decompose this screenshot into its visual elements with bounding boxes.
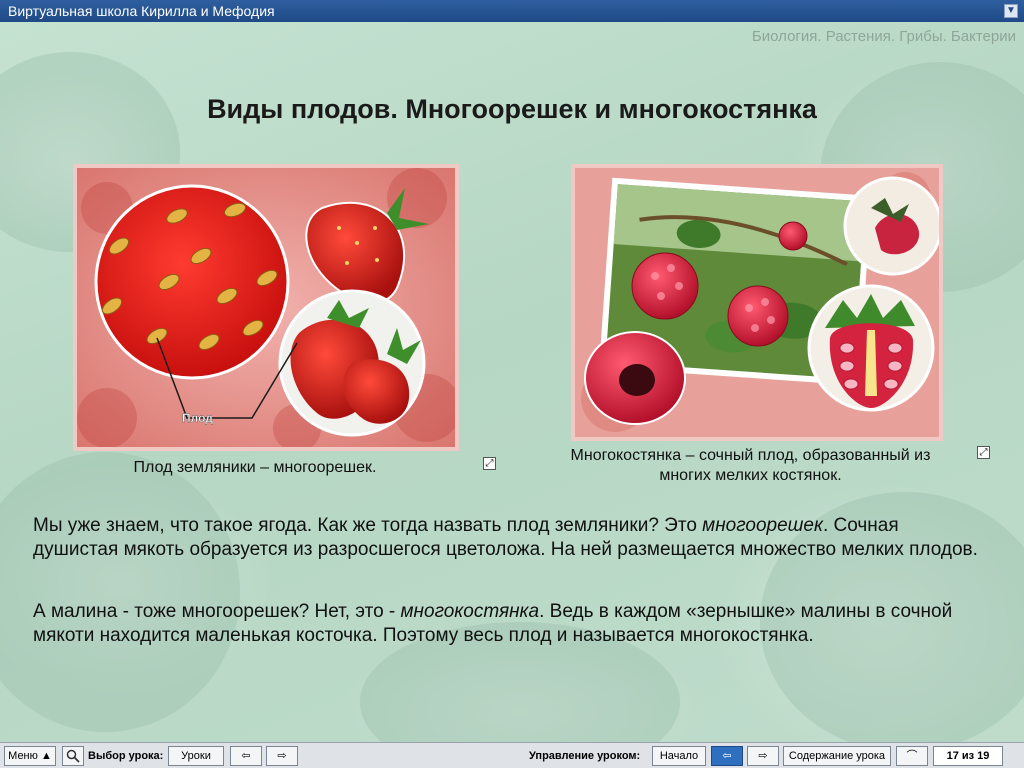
term-multidrupe: многокостянка [400,601,540,622]
raspberry-illustration [575,168,939,437]
arrow-left-icon[interactable]: ⇦ [230,746,262,766]
corner-handle[interactable] [1006,746,1020,766]
expand-icon[interactable]: ⤢ [977,446,990,459]
paragraph-strawberry: Мы уже знаем, что такое ягода. Как же то… [33,514,983,562]
strawberry-illustration: Плод [77,168,455,447]
lesson-control-label: Управление уроком: [529,750,641,762]
menu-button[interactable]: Меню ▲ [4,746,56,766]
page-counter[interactable]: 17 из 19 [933,746,1003,766]
magnifier-icon[interactable] [62,746,84,766]
raspberry-caption: Многокостянка – сочный плод, образованны… [523,446,978,486]
background-decoration [0,452,240,732]
raspberry-caption-line2: многих мелких костянок. [659,467,842,484]
window-title: Виртуальная школа Кирилла и Мефодия [8,3,275,19]
chevron-down-icon[interactable]: ▼ [1004,4,1018,18]
start-button[interactable]: Начало [652,746,706,766]
raspberry-caption-line1: Многокостянка – сочный плод, образованны… [570,447,931,464]
fruit-label: Плод [182,411,213,425]
strawberry-caption: Плод земляники – многоорешек. [133,459,377,476]
page-title: Виды плодов. Многоорешек и многокостянка [207,94,817,124]
paragraph-text: А малина - тоже многоорешек? Нет, это - [33,601,401,622]
expand-icon[interactable]: ⤢ [483,457,496,470]
curve-icon[interactable]: ⌒ [896,746,928,766]
breadcrumb: Биология. Растения. Грибы. Бактерии [751,28,1016,45]
bottom-toolbar: Меню ▲ Выбор урока: Уроки ⇦ ⇨ Управление… [0,742,1024,768]
paragraph-text: Мы уже знаем, что такое ягода. Как же то… [33,515,703,536]
paragraph-raspberry: А малина - тоже многоорешек? Нет, это - … [33,600,983,648]
strawberry-figure[interactable]: Плод [73,164,459,451]
previous-page-button[interactable]: ⇦ [711,746,743,766]
raspberry-figure[interactable] [571,164,943,441]
next-page-button[interactable]: ⇨ [747,746,779,766]
arrow-right-icon[interactable]: ⇨ [266,746,298,766]
contents-button[interactable]: Содержание урока [783,746,891,766]
lesson-stage: Биология. Растения. Грибы. Бактерии Виды… [0,22,1024,742]
lesson-select-label: Выбор урока: [88,750,164,762]
window-titlebar: Виртуальная школа Кирилла и Мефодия ▼ [0,0,1024,22]
lessons-button[interactable]: Уроки [168,746,224,766]
term-multinut: многоорешек [702,515,823,536]
